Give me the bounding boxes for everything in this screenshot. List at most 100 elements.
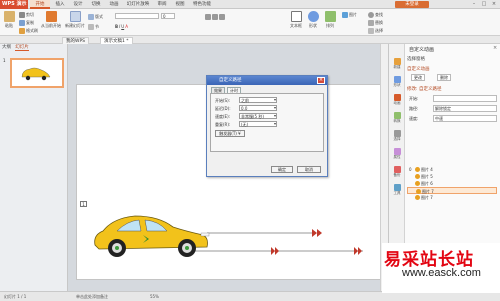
side-property-button[interactable]: 属性 (390, 148, 404, 160)
dialog-close-button[interactable]: × (317, 77, 325, 84)
change-effect-button[interactable]: 更改 (411, 74, 425, 81)
underline-icon[interactable]: U (121, 24, 124, 29)
car-image[interactable] (94, 215, 210, 257)
bold-icon[interactable]: B (115, 24, 118, 29)
side-animation-button[interactable]: 动画 (390, 94, 404, 106)
italic-icon[interactable]: I (119, 24, 120, 29)
list-item[interactable]: 图片 6 (407, 180, 497, 187)
start-label: 开始(S): (215, 98, 231, 103)
shape-button[interactable]: 形状 (305, 11, 321, 29)
select-pane-link[interactable]: 选择窗格 (407, 56, 425, 62)
side-new-button[interactable]: 新建 (390, 58, 404, 70)
tab-review[interactable]: 审阅 (154, 0, 170, 9)
cut-button[interactable]: 剪切 (19, 12, 34, 18)
paste-button[interactable]: 粘贴 (1, 11, 17, 29)
tab-presentation1[interactable]: 演示文稿1 * (100, 37, 133, 44)
replace-icon (368, 20, 374, 26)
list-item[interactable]: 0 图片 4 (407, 166, 497, 173)
trigger-button[interactable]: 触发器(T) ¥ (215, 130, 245, 137)
find-button[interactable]: 查找 (368, 12, 383, 18)
start-pane-label: 开始: (409, 96, 419, 101)
minimize-button[interactable]: – (470, 1, 478, 8)
font-format-buttons[interactable]: B I U A (115, 24, 128, 29)
tab-slideshow[interactable]: 幻灯片放映 (124, 0, 152, 9)
from-current-button[interactable]: 从当前开始 (40, 11, 62, 29)
dialog-ok-button[interactable]: 确定 (271, 166, 293, 173)
tab-outline[interactable]: 大纲 (2, 45, 11, 50)
list-item-selected[interactable]: 图片 7 (407, 187, 497, 194)
tab-slides[interactable]: 幻灯片 (15, 45, 29, 51)
font-name-select[interactable] (115, 13, 159, 19)
anim-item-icon (415, 174, 420, 179)
new-slide-button[interactable]: 新建幻灯片 (64, 11, 86, 29)
repeat-select[interactable]: (无) (239, 121, 277, 127)
align-buttons[interactable] (205, 14, 225, 20)
copy-button[interactable]: 复制 (19, 20, 34, 26)
backup-icon (393, 166, 401, 173)
delete-effect-button[interactable]: 删除 (437, 74, 451, 81)
close-window-button[interactable]: × (490, 1, 498, 8)
tab-features[interactable]: 特色功能 (190, 0, 214, 9)
tab-home[interactable]: 开始 (30, 0, 50, 9)
login-button[interactable]: 未登录 (395, 1, 429, 8)
side-backup-button[interactable]: 备份 (390, 166, 404, 178)
anim-item-icon (415, 195, 420, 200)
replace-button[interactable]: 替换 (368, 20, 383, 26)
section-button[interactable]: 节 (88, 24, 99, 30)
arrange-button[interactable]: 排列 (322, 11, 338, 29)
paste-icon (3, 11, 15, 22)
tab-design[interactable]: 设计 (70, 0, 86, 9)
picture-button[interactable]: 图片 (342, 12, 357, 18)
side-select-button[interactable]: 选择 (390, 130, 404, 142)
layout-icon (88, 14, 94, 20)
shape-side-icon (393, 76, 401, 83)
delay-label: 延迟(D): (215, 106, 231, 111)
tab-transition[interactable]: 切换 (88, 0, 104, 9)
dialog-cancel-button[interactable]: 取消 (297, 166, 321, 173)
watermark-url: www.easck.com (402, 267, 481, 279)
path-pane-label: 路径: (409, 106, 419, 111)
custom-path-dialog: 自定义路径 × 效果 计时 开始(S): 之前 延迟(D): 0.0 速度(E)… (206, 75, 328, 177)
speed-pane-select[interactable]: 中速 (433, 115, 497, 122)
tab-insert[interactable]: 插入 (52, 0, 68, 9)
align-center-icon[interactable] (212, 14, 218, 20)
list-item[interactable]: 图片 7 (407, 194, 497, 201)
textbox-button[interactable]: 文本框 (288, 11, 304, 29)
slide-thumbnail[interactable] (10, 58, 64, 88)
side-tools-button[interactable]: 工具 (390, 184, 404, 196)
zoom-level[interactable]: 55% (150, 294, 159, 299)
path-pane-select[interactable]: 解除锁定 (433, 105, 497, 112)
delay-input[interactable]: 0.0 (239, 105, 277, 111)
notes-placeholder[interactable]: 单击此处添加备注 (76, 294, 108, 300)
speed-select[interactable]: 非常慢(5 秒) (239, 113, 277, 119)
speed-pane-label: 速度: (409, 116, 419, 121)
list-item[interactable]: 图片 5 (407, 173, 497, 180)
pane-close-button[interactable]: × (493, 45, 497, 51)
speed-label: 速度(E): (215, 114, 230, 119)
start-pane-select[interactable] (433, 95, 497, 102)
align-left-icon[interactable] (205, 14, 211, 20)
app-menu-button[interactable]: WPS 演示 (0, 0, 28, 9)
maximize-button[interactable]: □ (480, 1, 488, 8)
select-button[interactable]: 选择 (368, 28, 383, 34)
start-select[interactable]: 之前 (239, 97, 277, 103)
search-icon (368, 12, 374, 18)
property-icon (393, 148, 401, 155)
side-transition-button[interactable]: 转换 (390, 112, 404, 124)
side-shape-button[interactable]: 形状 (390, 76, 404, 88)
tab-animation[interactable]: 动画 (106, 0, 122, 9)
new-icon (393, 58, 401, 65)
format-painter-button[interactable]: 格式刷 (19, 28, 38, 34)
font-color-icon[interactable]: A (125, 24, 128, 29)
scissors-icon (19, 12, 25, 18)
tab-my-wps[interactable]: 我的WPS (62, 37, 90, 44)
tab-view[interactable]: 视图 (172, 0, 188, 9)
align-right-icon[interactable] (219, 14, 225, 20)
font-size-select[interactable]: 0 (161, 13, 175, 19)
layout-button[interactable]: 版式 (88, 14, 103, 20)
wrench-icon (393, 184, 401, 191)
shape-icon (307, 11, 319, 22)
arrange-icon (324, 11, 336, 22)
dialog-titlebar[interactable]: 自定义路径 × (207, 76, 327, 85)
section-icon (88, 24, 94, 30)
